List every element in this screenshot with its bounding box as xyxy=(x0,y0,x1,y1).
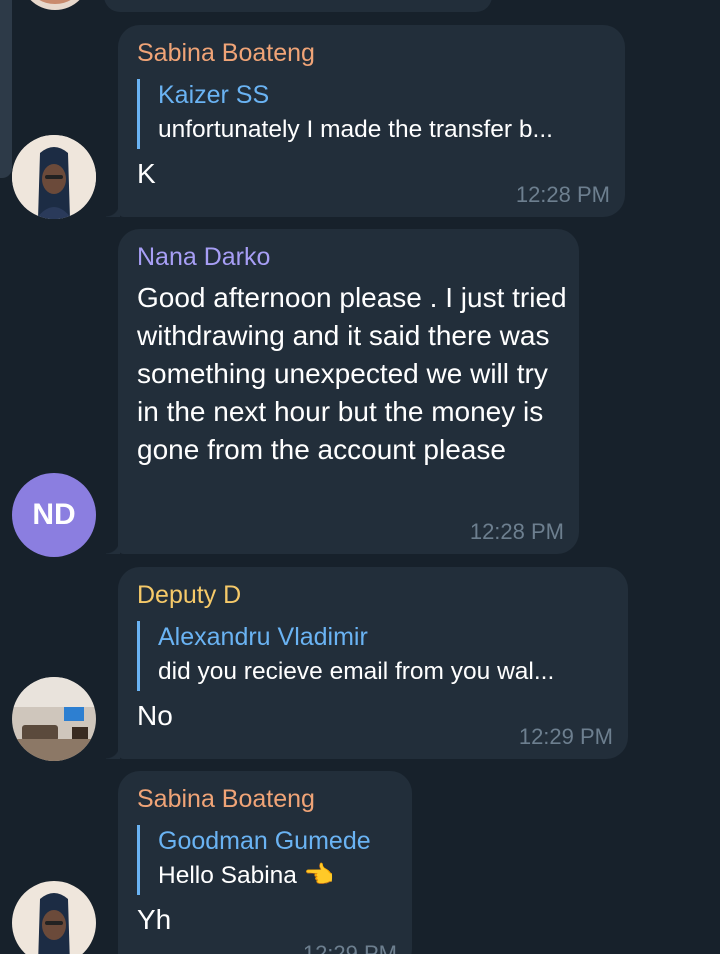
reply-sender-name: Kaizer SS xyxy=(158,81,270,109)
scrollbar[interactable] xyxy=(0,0,12,178)
message-bubble[interactable]: Sabina Boateng Goodman Gumede Hello Sabi… xyxy=(118,771,412,954)
message-timestamp: 12:28 PM xyxy=(469,519,564,544)
avatar[interactable] xyxy=(12,881,96,954)
message-bubble[interactable]: Deputy D Alexandru Vladimir did you reci… xyxy=(106,567,628,759)
message-text: Good afternoon please . I just tried wit… xyxy=(137,282,567,465)
reply-preview-text: did you recieve email from you wal... xyxy=(158,658,555,685)
reply-quote[interactable]: Kaizer SS unfortunately I made the trans… xyxy=(137,79,607,149)
sender-name[interactable]: Sabina Boateng xyxy=(137,37,607,69)
reply-preview-text: unfortunately I made the transfer b... xyxy=(158,116,553,143)
message-timestamp: 12:29 PM xyxy=(518,724,613,749)
avatar[interactable]: ND xyxy=(12,473,96,557)
sender-name[interactable]: Nana Darko xyxy=(137,241,561,273)
message-timestamp: 12:28 PM xyxy=(515,182,610,207)
sender-name[interactable]: Sabina Boateng xyxy=(137,783,394,815)
chat-view[interactable]: Sabina Boateng Kaizer SS unfortunately I… xyxy=(0,0,720,954)
reply-sender-name: Goodman Gumede xyxy=(158,827,371,855)
person-photo-icon xyxy=(12,135,96,219)
reply-quote[interactable]: Goodman Gumede Hello Sabina 👈 xyxy=(137,825,394,895)
message-timestamp: 12:29 PM xyxy=(302,941,397,954)
message-bubble[interactable]: Sabina Boateng Kaizer SS unfortunately I… xyxy=(106,25,625,217)
reply-quote[interactable]: Alexandru Vladimir did you recieve email… xyxy=(137,621,610,691)
room-photo-icon xyxy=(12,677,96,761)
person-photo-icon xyxy=(12,881,96,954)
sender-name[interactable]: Deputy D xyxy=(137,579,610,611)
message-text: Yh xyxy=(137,904,172,935)
reply-sender-name: Alexandru Vladimir xyxy=(158,623,368,651)
reply-preview-text: Hello Sabina 👈 xyxy=(158,862,335,889)
previous-message-bubble[interactable] xyxy=(104,0,492,12)
previous-avatar[interactable] xyxy=(20,0,90,10)
avatar[interactable] xyxy=(12,135,96,219)
message-bubble[interactable]: Nana Darko Good afternoon please . I jus… xyxy=(106,229,579,554)
avatar[interactable] xyxy=(12,677,96,761)
